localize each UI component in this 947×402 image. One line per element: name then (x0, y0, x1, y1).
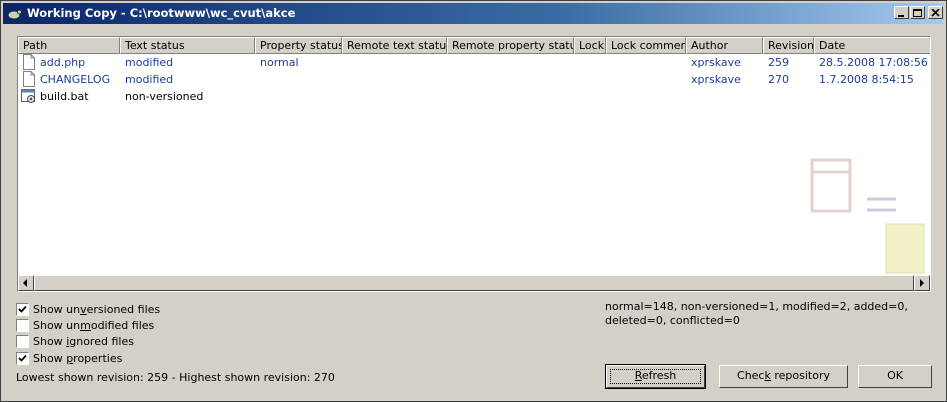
row-author: xprskave (691, 56, 741, 69)
title-bar[interactable]: Working Copy - C:\rootwww\wc_cvut\akce (3, 3, 944, 24)
checkbox-label: Show unmodified files (33, 319, 155, 332)
scroll-left-button[interactable] (18, 275, 34, 291)
table-row[interactable]: add.php modified normal xprskave 259 28.… (18, 54, 930, 71)
column-header-date[interactable]: Date (814, 37, 930, 54)
list-header: Path Text status Property status Remote … (18, 37, 930, 54)
minimize-button[interactable] (894, 6, 909, 19)
row-date: 28.5.2008 17:08:56 (819, 56, 928, 69)
focus-rectangle (610, 369, 701, 384)
file-icon (23, 71, 35, 87)
checkbox-label: Show properties (33, 352, 123, 365)
status-summary: normal=148, non-versioned=1, modified=2,… (605, 300, 908, 327)
scroll-right-button[interactable] (914, 275, 930, 291)
ok-button[interactable]: OK (858, 365, 932, 388)
row-author: xprskave (691, 73, 741, 86)
working-copy-list[interactable]: Path Text status Property status Remote … (17, 36, 931, 292)
working-copy-window: Working Copy - C:\rootwww\wc_cvut\akce P… (0, 0, 947, 402)
refresh-button[interactable]: Refresh (605, 364, 706, 389)
checkbox-box[interactable] (16, 303, 29, 316)
table-row[interactable]: build.bat non-versioned (18, 88, 930, 105)
row-path: build.bat (40, 90, 89, 103)
checkbox-box[interactable] (16, 352, 29, 365)
row-date: 1.7.2008 8:54:15 (819, 73, 914, 86)
column-header-text-status[interactable]: Text status (120, 37, 255, 54)
scrollbar-thumb[interactable] (34, 275, 914, 291)
column-header-lock-comment[interactable]: Lock comment (606, 37, 686, 54)
revision-range-info: Lowest shown revision: 259 - Highest sho… (16, 371, 335, 384)
table-row[interactable]: CHANGELOG modified xprskave 270 1.7.2008… (18, 71, 930, 88)
row-text-status: modified (125, 73, 174, 86)
close-button[interactable] (928, 6, 943, 19)
arrow-left-icon (23, 279, 27, 287)
file-icon (23, 54, 35, 70)
window-watermark-icon (810, 158, 925, 274)
horizontal-scrollbar[interactable] (18, 275, 930, 291)
column-header-remote-text-status[interactable]: Remote text status (342, 37, 447, 54)
checkbox-label: Show ignored files (33, 335, 134, 348)
window-title: Working Copy - C:\rootwww\wc_cvut\akce (27, 6, 296, 20)
column-header-path[interactable]: Path (18, 37, 120, 54)
column-header-lock[interactable]: Lock (574, 37, 606, 54)
checkbox-box[interactable] (16, 335, 29, 348)
row-revision: 270 (768, 73, 789, 86)
row-path: CHANGELOG (40, 73, 111, 86)
column-header-revision[interactable]: Revision (763, 37, 814, 54)
batch-file-icon (21, 89, 35, 103)
row-text-status: modified (125, 56, 174, 69)
checkmark-icon (18, 354, 27, 362)
row-property-status: normal (260, 56, 299, 69)
column-header-property-status[interactable]: Property status (255, 37, 342, 54)
tortoise-icon (7, 9, 22, 21)
maximize-icon (913, 9, 922, 17)
column-header-remote-property-status[interactable]: Remote property status (447, 37, 574, 54)
arrow-right-icon (920, 279, 924, 287)
checkmark-icon (18, 305, 27, 313)
close-icon (931, 9, 940, 17)
column-header-author[interactable]: Author (686, 37, 763, 54)
check-repository-button[interactable]: Check repository (719, 365, 848, 388)
maximize-button[interactable] (910, 6, 925, 19)
row-revision: 259 (768, 56, 789, 69)
row-text-status: non-versioned (125, 90, 204, 103)
minimize-icon (898, 15, 904, 17)
checkbox-box[interactable] (16, 319, 29, 332)
checkbox-label: Show unversioned files (33, 303, 161, 316)
row-path: add.php (40, 56, 86, 69)
